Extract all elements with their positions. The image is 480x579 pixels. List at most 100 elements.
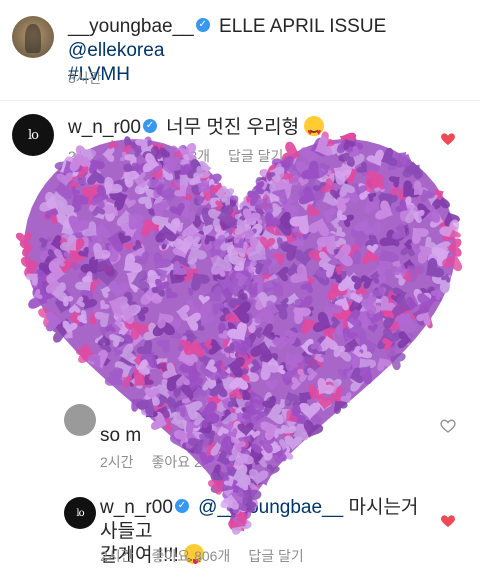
comment-2-username[interactable]: __youngbae__ <box>100 229 226 250</box>
confetti-heart <box>227 461 248 481</box>
heart-icon[interactable] <box>440 243 456 259</box>
confetti-heart <box>50 282 68 302</box>
confetti-heart <box>302 421 314 435</box>
confetti-heart <box>402 180 421 198</box>
confetti-heart <box>180 381 200 400</box>
confetti-heart <box>176 346 195 366</box>
confetti-heart <box>246 317 262 334</box>
confetti-heart <box>237 434 251 449</box>
heart-icon[interactable] <box>440 131 456 147</box>
confetti-heart <box>251 213 263 225</box>
confetti-heart <box>234 205 254 224</box>
comment-4-mention-link[interactable]: @__youngbae__ <box>198 497 343 518</box>
confetti-heart <box>223 304 243 327</box>
confetti-heart <box>231 336 246 351</box>
confetti-heart <box>234 386 248 401</box>
confetti-heart <box>105 323 116 333</box>
confetti-heart <box>199 401 219 423</box>
confetti-heart <box>200 413 220 434</box>
confetti-heart <box>215 198 234 217</box>
confetti-heart <box>382 337 394 351</box>
confetti-heart <box>227 386 246 405</box>
confetti-heart <box>199 311 214 325</box>
heart-outline-icon[interactable] <box>440 418 456 434</box>
confetti-heart <box>214 374 227 385</box>
comment-4-likes[interactable]: 좋아요 806개 <box>152 548 231 564</box>
confetti-heart <box>227 431 249 452</box>
avatar[interactable] <box>12 16 54 58</box>
confetti-heart <box>229 442 251 460</box>
confetti-heart <box>444 211 460 227</box>
confetti-heart <box>224 358 244 381</box>
caption-text: ELLE APRIL ISSUE <box>219 16 387 37</box>
confetti-heart <box>388 182 401 196</box>
confetti-heart <box>219 195 239 211</box>
confetti-heart <box>230 438 243 453</box>
confetti-heart <box>237 396 259 416</box>
confetti-heart <box>217 329 235 352</box>
confetti-heart <box>307 367 318 381</box>
hide-replies-button[interactable]: 답글 숨기기 <box>98 187 166 207</box>
confetti-heart <box>282 170 300 188</box>
comment-1-username[interactable]: w_n_r00 <box>68 117 141 138</box>
confetti-heart <box>179 361 198 380</box>
confetti-heart <box>20 256 40 278</box>
confetti-heart <box>207 479 224 495</box>
confetti-heart <box>341 166 358 184</box>
confetti-heart <box>377 334 395 350</box>
confetti-heart <box>420 188 435 203</box>
comment-3-likes[interactable]: 좋아요 2 <box>152 454 202 470</box>
comment-4-username[interactable]: w_n_r00 <box>100 497 173 518</box>
confetti-heart <box>230 210 241 222</box>
confetti-heart <box>281 207 290 216</box>
comment-4-reply-button[interactable]: 답글 달기 <box>248 548 303 564</box>
confetti-heart <box>231 429 247 445</box>
confetti-heart <box>144 375 154 385</box>
confetti-heart <box>81 271 93 283</box>
confetti-heart <box>237 463 248 474</box>
post-username[interactable]: __youngbae__ <box>68 16 194 37</box>
confetti-heart <box>387 177 402 190</box>
confetti-heart <box>382 315 401 334</box>
confetti-heart <box>258 199 277 215</box>
confetti-heart <box>184 299 200 315</box>
confetti-heart <box>228 373 246 392</box>
caption-mention-link[interactable]: @ellekorea <box>68 40 164 61</box>
confetti-heart <box>303 176 317 190</box>
confetti-heart <box>333 345 346 358</box>
confetti-heart <box>234 366 249 380</box>
confetti-heart <box>202 379 215 391</box>
heart-icon[interactable] <box>440 513 456 529</box>
avatar[interactable]: lo <box>64 497 96 529</box>
confetti-heart <box>229 364 249 381</box>
confetti-heart <box>252 204 266 219</box>
comment-2-reply-button[interactable]: 답글 달기 <box>260 277 315 293</box>
confetti-heart <box>259 353 279 369</box>
confetti-heart <box>145 397 157 408</box>
confetti-heart <box>55 200 75 219</box>
confetti-heart <box>277 408 287 418</box>
confetti-heart <box>195 194 205 205</box>
confetti-heart <box>247 190 262 207</box>
confetti-heart <box>232 395 251 414</box>
confetti-heart <box>305 306 314 317</box>
comment-2-mention-link[interactable]: @w_n_r00 <box>251 229 343 250</box>
confetti-heart <box>300 349 311 358</box>
avatar[interactable] <box>64 404 96 436</box>
confetti-heart <box>349 145 360 157</box>
confetti-heart <box>209 382 228 398</box>
confetti-heart <box>237 422 254 437</box>
confetti-heart <box>130 373 143 389</box>
avatar[interactable] <box>64 227 96 259</box>
comment-2-likes[interactable]: 좋아요 1,204개 <box>152 277 242 293</box>
confetti-heart <box>234 473 249 486</box>
confetti-heart <box>100 299 110 310</box>
confetti-heart <box>289 361 305 377</box>
confetti-heart <box>299 402 321 420</box>
confetti-heart <box>113 341 127 356</box>
confetti-heart <box>336 344 352 362</box>
avatar[interactable]: lo <box>12 114 54 156</box>
comment-1-likes[interactable]: 좋아요 1,263개 <box>120 148 210 164</box>
comment-1-reply-button[interactable]: 답글 달기 <box>228 148 283 164</box>
confetti-heart <box>227 320 245 341</box>
